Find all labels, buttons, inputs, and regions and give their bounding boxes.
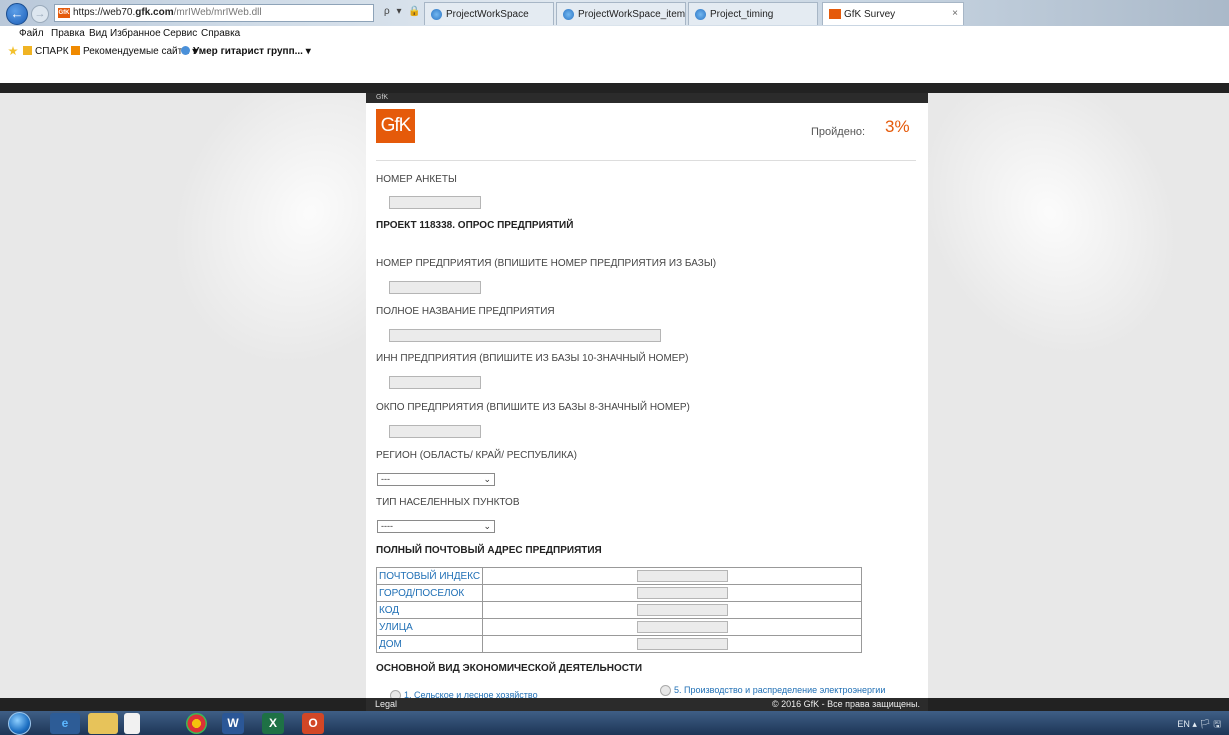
table-row: КОД [375, 601, 862, 619]
tab-gfk-survey[interactable]: GfK Survey × [822, 2, 964, 25]
region-select[interactable]: --- ⌄ [377, 473, 495, 486]
taskbar-ie[interactable]: e [50, 713, 80, 734]
outlook-icon: O [308, 716, 318, 730]
okpo-input[interactable] [389, 425, 481, 438]
address-field-label: КОД [375, 601, 484, 619]
footer-bar-right [928, 698, 1229, 711]
menu-view[interactable]: Вид [89, 28, 107, 39]
address-field-label: ГОРОД/ПОСЕЛОК [375, 584, 484, 602]
activity-option-5[interactable]: 5. Производство и распределение электроэ… [660, 685, 885, 697]
address-heading: ПОЛНЫЙ ПОЧТОВЫЙ АДРЕС ПРЕДПРИЯТИЯ [376, 545, 602, 556]
address-url: https://web70.gfk.com/mrIWeb/mrIWeb.dll [73, 7, 262, 18]
taskbar-document[interactable] [124, 713, 140, 734]
radio-button[interactable] [390, 690, 401, 698]
back-button[interactable]: ← [6, 3, 28, 25]
menu-bar: Файл Правка Вид Избранное Сервис Справка [0, 26, 1229, 42]
word-icon: W [227, 716, 239, 730]
inn-input[interactable] [389, 376, 481, 389]
taskbar-word[interactable]: W [222, 713, 244, 734]
ie-page-icon [181, 46, 190, 55]
postal-code-input[interactable] [637, 570, 729, 582]
spark-icon [23, 46, 32, 55]
excel-icon: X [268, 716, 277, 730]
inn-label: ИНН ПРЕДПРИЯТИЯ (ВПИШИТЕ ИЗ БАЗЫ 10-ЗНАЧ… [376, 353, 689, 364]
tab-projectworkspace[interactable]: ProjectWorkSpace [424, 2, 554, 25]
survey-topbar: GfK [366, 93, 928, 103]
table-row: ГОРОД/ПОСЕЛОК [375, 584, 862, 602]
favorite-spark[interactable]: СПАРК [35, 46, 69, 57]
gfk-favicon-icon: GfK [58, 8, 70, 18]
taskbar-outlook[interactable]: O [302, 713, 324, 734]
address-bar[interactable]: GfK https://web70.gfk.com/mrIWeb/mrIWeb.… [54, 4, 374, 22]
survey-footer: Legal © 2016 GfK - Все права защищены. [366, 698, 928, 711]
favorites-bar: СПАРК Рекомендуемые сайты ▾ Умер гитарис… [0, 42, 1229, 62]
menu-edit[interactable]: Правка [51, 28, 85, 39]
chevron-down-icon: ⌄ [483, 474, 491, 484]
system-tray[interactable]: EN ▴ 🏳 🖫 [1177, 717, 1221, 733]
activity-heading: ОСНОВНОЙ ВИД ЭКОНОМИЧЕСКОЙ ДЕЯТЕЛЬНОСТИ [376, 663, 643, 674]
table-row: ДОМ [375, 635, 862, 653]
ie-page-icon [431, 9, 442, 20]
forward-button[interactable]: → [31, 5, 49, 23]
chevron-down-icon: ⌄ [483, 521, 491, 531]
favorite-news[interactable]: Умер гитарист групп... ▾ [193, 46, 311, 57]
gfk-logo: GfK [376, 109, 415, 143]
legal-link[interactable]: Legal [375, 699, 397, 709]
form-number-label: НОМЕР АНКЕТЫ [376, 174, 457, 185]
windows-taskbar: e W X O EN ▴ 🏳 🖫 [0, 711, 1229, 735]
gfk-favicon-icon [829, 9, 841, 19]
tab-project-timing[interactable]: Project_timing [688, 2, 818, 25]
activity-option-1[interactable]: 1. Сельское и лесное хозяйство [390, 690, 538, 698]
house-input[interactable] [637, 638, 729, 650]
close-tab-icon[interactable]: × [952, 8, 958, 19]
taskbar-chrome[interactable] [186, 713, 207, 734]
company-number-label: НОМЕР ПРЕДПРИЯТИЯ (ВПИШИТЕ НОМЕР ПРЕДПРИ… [376, 258, 717, 269]
address-table: ПОЧТОВЫЙ ИНДЕКС ГОРОД/ПОСЕЛОК КОД УЛИЦА … [375, 567, 862, 653]
table-row: ПОЧТОВЫЙ ИНДЕКС [375, 567, 862, 585]
ie-page-icon [563, 9, 574, 20]
copyright-text: © 2016 GfK - Все права защищены. [771, 699, 920, 709]
form-number-input[interactable] [389, 196, 481, 209]
progress-value: 3% [885, 117, 910, 136]
footer-bar-left [0, 698, 366, 711]
address-field-label: УЛИЦА [375, 618, 484, 636]
favorites-star-icon[interactable] [8, 46, 18, 56]
header-divider [376, 160, 916, 161]
internet-explorer-icon: e [61, 716, 69, 730]
address-field-label: ПОЧТОВЫЙ ИНДЕКС [375, 567, 484, 585]
project-heading: ПРОЕКТ 118338. ОПРОС ПРЕДПРИЯТИЙ [376, 220, 574, 231]
favorite-suggested-sites[interactable]: Рекомендуемые сайты ▾ [83, 46, 197, 57]
forward-arrow-icon: → [34, 8, 46, 20]
taskbar-excel[interactable]: X [262, 713, 284, 734]
region-label: РЕГИОН (ОБЛАСТЬ/ КРАЙ/ РЕСПУБЛИКА) [376, 450, 578, 461]
okpo-label: ОКПО ПРЕДПРИЯТИЯ (ВПИШИТЕ ИЗ БАЗЫ 8-ЗНАЧ… [376, 402, 690, 413]
survey-panel: GfK GfK Пройдено: 3% НОМЕР АНКЕТЫ ПРОЕКТ… [366, 93, 928, 698]
menu-help[interactable]: Справка [201, 28, 240, 39]
city-input[interactable] [637, 587, 729, 599]
code-input[interactable] [637, 604, 729, 616]
company-name-input[interactable] [389, 329, 661, 342]
menu-favorites[interactable]: Избранное [110, 28, 161, 39]
progress-label: Пройдено: [811, 126, 866, 138]
tab-projectworkspace-item[interactable]: ProjectWorkSpace_item [556, 2, 686, 25]
settlement-type-label: ТИП НАСЕЛЕННЫХ ПУНКТОВ [376, 497, 520, 508]
menu-tools[interactable]: Сервис [163, 28, 197, 39]
suggested-sites-icon [71, 46, 80, 55]
settlement-type-select[interactable]: ---- ⌄ [377, 520, 495, 533]
radio-button[interactable] [660, 685, 671, 697]
taskbar-explorer[interactable] [88, 713, 118, 734]
browser-chrome: ← → GfK https://web70.gfk.com/mrIWeb/mrI… [0, 0, 1229, 93]
start-button[interactable] [8, 712, 31, 735]
back-arrow-icon: ← [10, 6, 24, 21]
ie-page-icon [695, 9, 706, 20]
page-top-bar [0, 83, 1229, 93]
company-number-input[interactable] [389, 281, 481, 294]
menu-file[interactable]: Файл [19, 28, 44, 39]
table-row: УЛИЦА [375, 618, 862, 636]
address-field-label: ДОМ [375, 635, 484, 653]
street-input[interactable] [637, 621, 729, 633]
company-name-label: ПОЛНОЕ НАЗВАНИЕ ПРЕДПРИЯТИЯ [376, 306, 555, 317]
